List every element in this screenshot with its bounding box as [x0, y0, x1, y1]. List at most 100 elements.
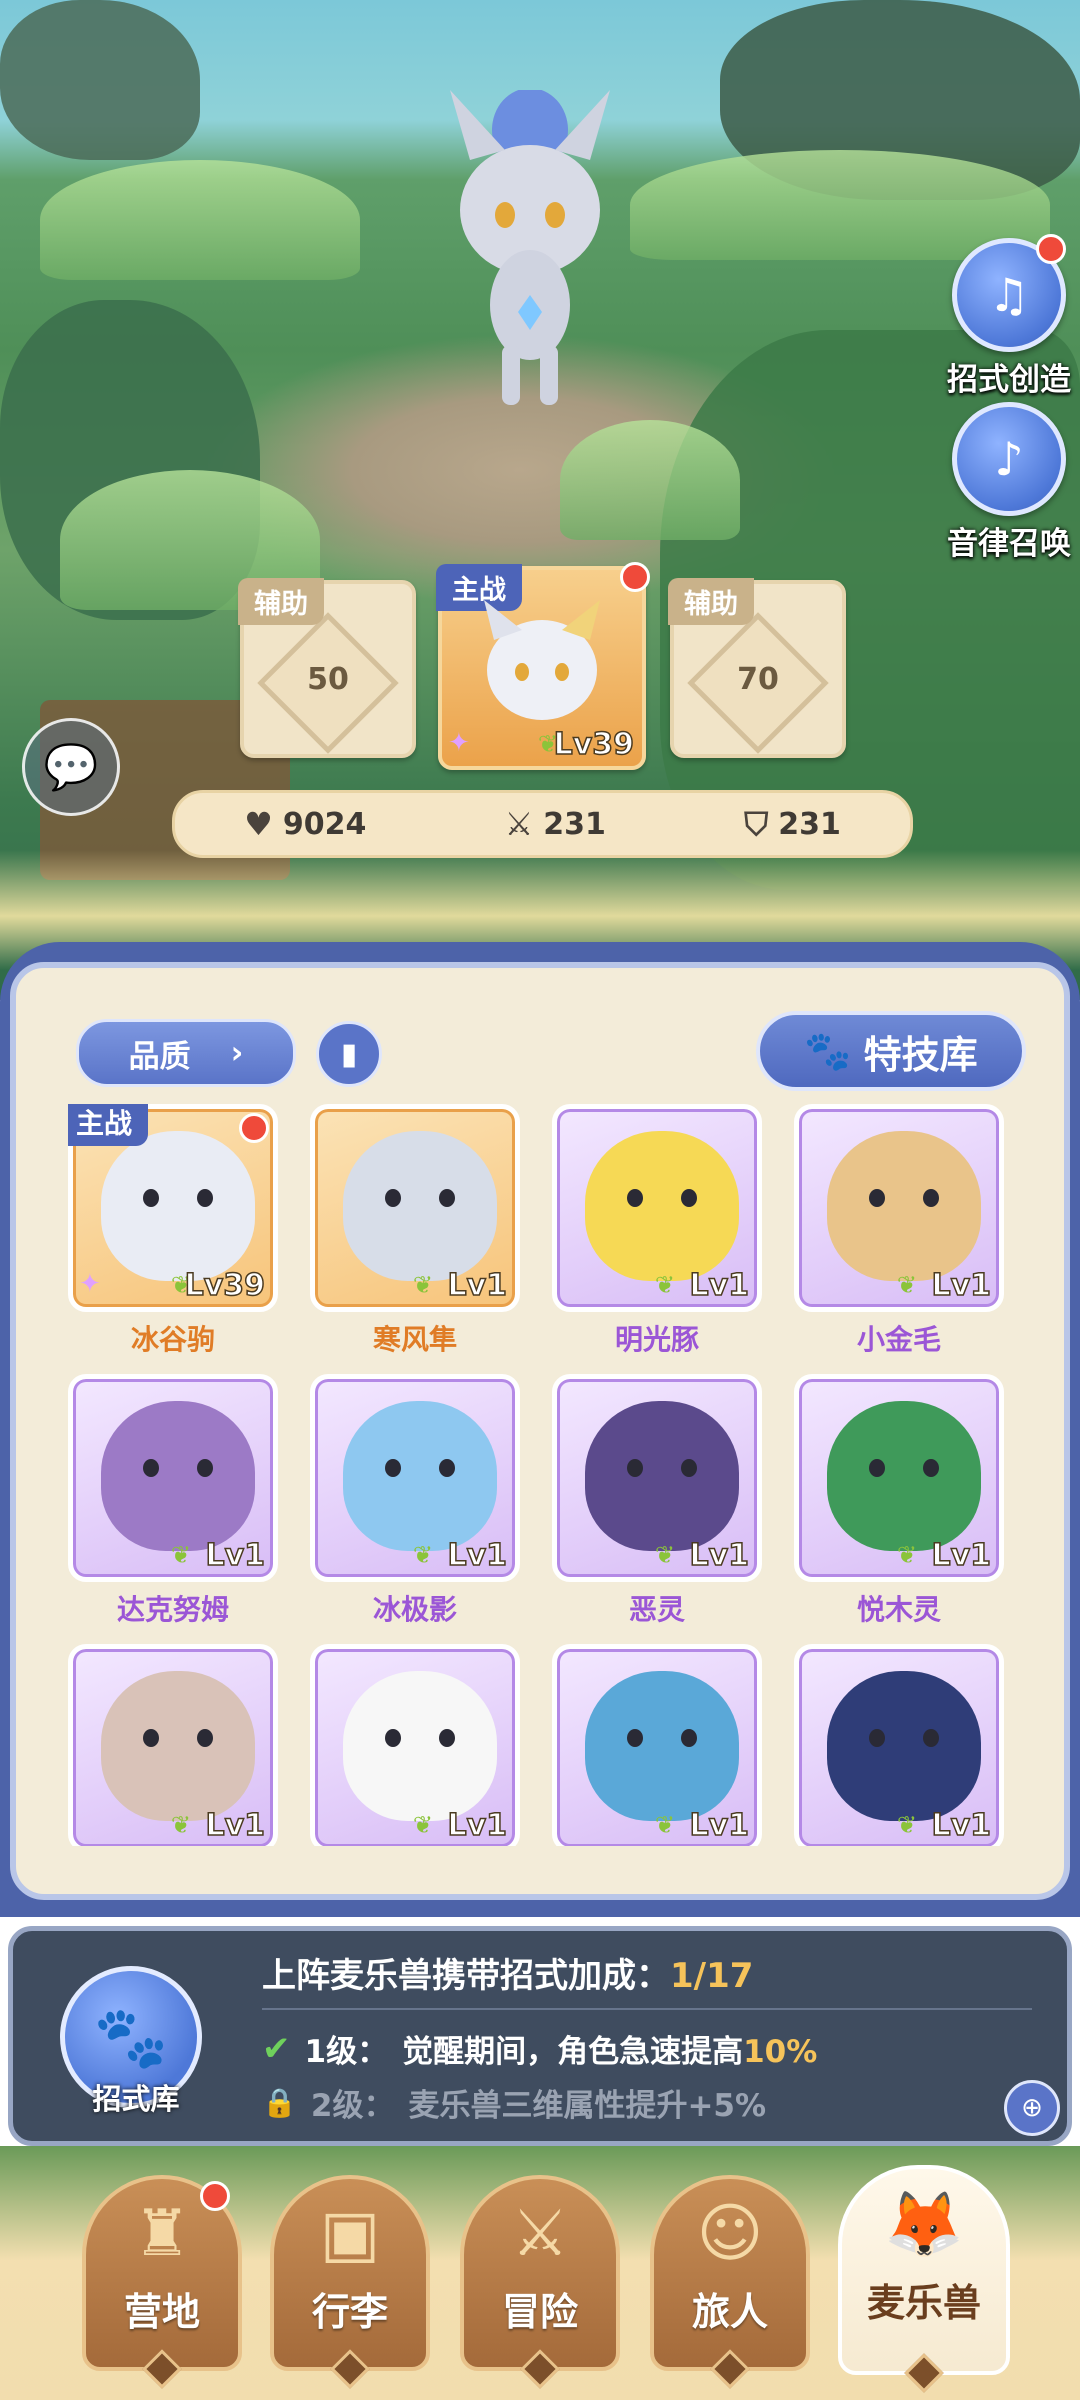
skill-library-label: 特技库 — [863, 1032, 978, 1077]
main-slot[interactable]: 主战 ✦ ❦ Lv39 — [436, 562, 650, 770]
skill-library-button[interactable]: 🐾 特技库 — [756, 1011, 1026, 1091]
pet-grid[interactable]: ❦ Lv39 ✦ 主战 冰谷驹 ❦ Lv1 寒风隼 ❦ Lv1 明光豚 ❦ Lv1 小金毛 ❦ Lv1 达克努姆… — [68, 1104, 1018, 1846]
sprout-icon: ❦ — [412, 1811, 433, 1839]
pet-card[interactable]: ❦ Lv1 寒风隼 — [310, 1104, 520, 1358]
pet-eye — [385, 1459, 401, 1477]
pet-eye — [627, 1459, 643, 1477]
pet-eye — [869, 1459, 885, 1477]
pet-portrait-frame: ❦ Lv1 — [68, 1644, 278, 1846]
guide-book-icon[interactable]: ▮ — [316, 1021, 382, 1087]
pet-eye — [681, 1459, 697, 1477]
pet-card[interactable]: ❦ Lv1 达克努姆 — [68, 1374, 278, 1628]
pet-level: Lv1 — [931, 1807, 992, 1844]
support-slot-left[interactable]: 50 辅助 — [238, 578, 416, 758]
team-stats-bar: ♥ 9024 ⚔ 231 ⛉ 231 — [172, 790, 913, 858]
pet-portrait — [827, 1131, 981, 1281]
support-slot-right[interactable]: 70 辅助 — [668, 578, 846, 758]
pet-portrait-frame: ❦ Lv1 — [794, 1374, 1004, 1582]
bonus-title-text: 上阵麦乐兽携带招式加成： — [262, 1956, 670, 1996]
pet-eye — [143, 1189, 159, 1207]
nav-label: 麦乐兽 — [866, 2281, 981, 2325]
pet-portrait — [585, 1401, 739, 1551]
zoom-icon[interactable]: ⊕ — [1004, 2080, 1060, 2136]
pet-eye — [923, 1729, 939, 1747]
pet-eye — [627, 1189, 643, 1207]
bonus-level-2-label: 2级： — [310, 2088, 395, 2124]
pet-card[interactable]: ❦ Lv1 — [552, 1644, 762, 1846]
pet-eye — [197, 1459, 213, 1477]
pet-card[interactable]: ❦ Lv1 明光豚 — [552, 1104, 762, 1358]
pet-card[interactable]: ❦ Lv1 恶灵 — [552, 1374, 762, 1628]
pet-level: Lv1 — [931, 1267, 992, 1304]
pet-card[interactable]: ❦ Lv1 冰极影 — [310, 1374, 520, 1628]
pet-name: 小金毛 — [856, 1323, 941, 1356]
pet-name: 寒风隼 — [372, 1323, 457, 1356]
notification-dot — [620, 562, 650, 592]
nav-tab-pets[interactable]: 🦊 麦乐兽 — [838, 2165, 1010, 2393]
pet-card[interactable]: ❦ Lv1 — [794, 1644, 1004, 1846]
sprout-icon: ❦ — [654, 1541, 675, 1569]
pet-card[interactable]: ❦ Lv1 悦木灵 — [794, 1374, 1004, 1628]
pet-portrait-frame: ❦ Lv1 — [310, 1374, 520, 1582]
pet-portrait — [343, 1131, 497, 1281]
nav-tab-traveler[interactable]: ☺ 旅人 — [650, 2175, 810, 2389]
support-tag: 辅助 — [238, 578, 324, 625]
pet-portrait — [343, 1401, 497, 1551]
pet-eye — [197, 1189, 213, 1207]
pet-name: 悦木灵 — [856, 1593, 941, 1626]
pet-level: Lv1 — [447, 1267, 508, 1304]
sprout-icon: ❦ — [896, 1271, 917, 1299]
bonus-level-2: 🔒 2级： 麦乐兽三维属性提升+5% — [262, 2080, 766, 2125]
skill-library-label: 招式库 — [92, 2082, 180, 2116]
nav-label: 冒险 — [501, 2290, 578, 2334]
sprout-icon: ❦ — [896, 1811, 917, 1839]
chat-bubble-icon[interactable]: 💬 — [22, 718, 120, 816]
main-pet-model — [450, 90, 610, 405]
pet-portrait-frame: ❦ Lv1 — [310, 1644, 520, 1846]
bonus-progress: 1/17 — [670, 1956, 754, 1996]
pet-name: 恶灵 — [628, 1593, 685, 1626]
pet-level: Lv1 — [689, 1537, 750, 1574]
pet-eye — [681, 1729, 697, 1747]
sprout-icon: ❦ — [412, 1271, 433, 1299]
nav-tab-camp[interactable]: ♜ 营地 — [82, 2175, 242, 2389]
pet-level: Lv1 — [931, 1537, 992, 1574]
melody-summon-button[interactable]: ♪ 音律召唤 — [946, 402, 1072, 563]
pet-eye — [385, 1189, 401, 1207]
slot-unlock-level: 50 — [307, 662, 349, 697]
backpack-icon: ▣ — [319, 2197, 381, 2271]
star-rank-icon: ✦ — [79, 1269, 101, 1299]
lyre-icon: ♪ — [952, 402, 1066, 516]
crossed-swords-icon: ⚔ — [504, 805, 534, 843]
sprout-icon: ❦ — [412, 1541, 433, 1569]
bonus-level-1: ✔ 1级： 觉醒期间，角色急速提高10% — [262, 2026, 817, 2071]
pet-eye — [197, 1729, 213, 1747]
pet-portrait — [101, 1671, 255, 1821]
pet-portrait — [585, 1131, 739, 1281]
pet-card[interactable]: ❦ Lv1 — [310, 1644, 520, 1846]
pet-name: 冰谷驹 — [130, 1323, 215, 1356]
pet-portrait-frame: ❦ Lv1 — [310, 1104, 520, 1312]
pet-portrait-frame: ❦ Lv1 — [552, 1374, 762, 1582]
pet-card[interactable]: ❦ Lv1 — [68, 1644, 278, 1846]
melody-summon-label: 音律召唤 — [947, 526, 1071, 562]
notification-dot — [239, 1113, 269, 1143]
traveler-icon: ☺ — [696, 2197, 764, 2271]
pet-portrait — [101, 1131, 255, 1281]
nav-label: 旅人 — [691, 2290, 768, 2334]
main-pet-portrait — [484, 600, 600, 720]
paw-icon: 🐾 — [804, 1028, 852, 1073]
pet-level: Lv1 — [447, 1807, 508, 1844]
nav-tab-luggage[interactable]: ▣ 行李 — [270, 2175, 430, 2389]
pet-portrait-frame: ❦ Lv1 — [794, 1104, 1004, 1312]
pet-eye — [923, 1459, 939, 1477]
crossed-swords-icon: ⚔ — [511, 2197, 569, 2271]
pet-card[interactable]: ❦ Lv1 小金毛 — [794, 1104, 1004, 1358]
pet-card[interactable]: ❦ Lv39 ✦ 主战 冰谷驹 — [68, 1104, 278, 1358]
skill-create-button[interactable]: ♫ 招式创造 — [946, 234, 1072, 399]
pet-level: Lv1 — [447, 1537, 508, 1574]
bonus-level-1-text: 觉醒期间，角色急速提高 — [402, 2034, 744, 2070]
quality-filter-button[interactable]: 品质 › — [76, 1019, 296, 1087]
bonus-level-1-value: 10% — [743, 2034, 818, 2070]
nav-tab-adventure[interactable]: ⚔ 冒险 — [460, 2175, 620, 2389]
